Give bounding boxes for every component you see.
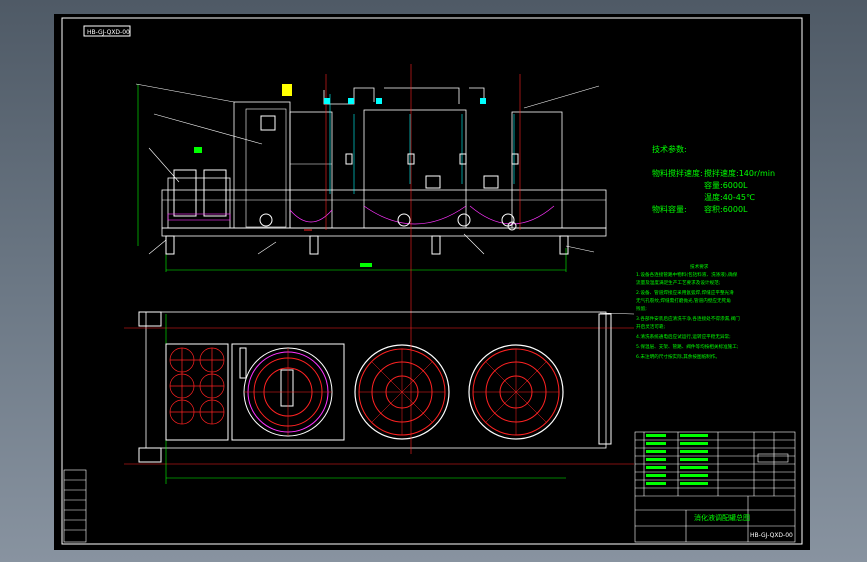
drawing-canvas[interactable]: HB-GJ-QXD-00 技术参数: 物料搅拌速度: 搅拌速度:140r/min… [54,14,810,550]
tech-req-line-3: 无气孔裂纹,焊缝需打磨抛光,管道内壁应无死角 [636,297,731,304]
tech-req-line-7: 4.清洗系统通电后应试运行,运转应平稳无异常; [636,333,731,340]
parts-list-fills [646,434,708,485]
drawing-title: 消化液调配罐总图 [694,513,750,522]
tech-req-line-9: 6.未注明的尺寸按实际,其余按图纸制作。 [636,353,720,360]
tech-req-line-5: 3.各部件安装后应清洗干净,各连接处不得渗漏,阀门 [636,315,740,322]
top-code-text: HB-GJ-QXD-00 [87,29,130,36]
tech-req-line-0: 1.设备各连接管路中物料(包括料液、洗涤液),确保 [636,271,738,278]
tech-req-line-2: 2.设备、管道焊接应采用氩弧焊,焊缝应平整光滑 [636,289,734,296]
tech-req-heading: 技术要求 [690,263,709,270]
param-label-3: 物料容量: [652,204,687,214]
tech-req-line-8: 5.保温层、支架、管路、阀件等均按相关标准施工; [636,343,739,350]
tech-req-line-4: 残留; [636,305,647,312]
tech-requirements: 技术要求 1.设备各连接管路中物料(包括料液、洗涤液),确保 流量及温度满足生产… [636,263,740,360]
drawing-sheet[interactable]: HB-GJ-QXD-00 技术参数: 物料搅拌速度: 搅拌速度:140r/min… [54,14,810,550]
param-text-3: 容积:6000L [704,204,748,214]
tech-req-line-6: 开启灵活可靠; [636,323,666,330]
plan-view [124,311,635,484]
param-text-2: 温度:40-45℃ [704,192,755,202]
tech-req-line-1: 流量及温度满足生产工艺要求及设计规范; [636,279,721,286]
param-text-1: 容量:6000L [704,180,748,190]
tech-params: 技术参数: 物料搅拌速度: 搅拌速度:140r/min 容量:6000L 温度:… [652,144,775,214]
cad-viewport[interactable]: HB-GJ-QXD-00 技术参数: 物料搅拌速度: 搅拌速度:140r/min… [0,0,867,562]
tech-params-heading: 技术参数: [652,144,687,154]
param-text-0: 搅拌速度:140r/min [704,168,775,178]
drawing-code: HB-GJ-QXD-00 [750,532,793,539]
title-block [63,431,796,543]
elevation-view [135,64,607,314]
param-label-0: 物料搅拌速度: [652,168,703,178]
